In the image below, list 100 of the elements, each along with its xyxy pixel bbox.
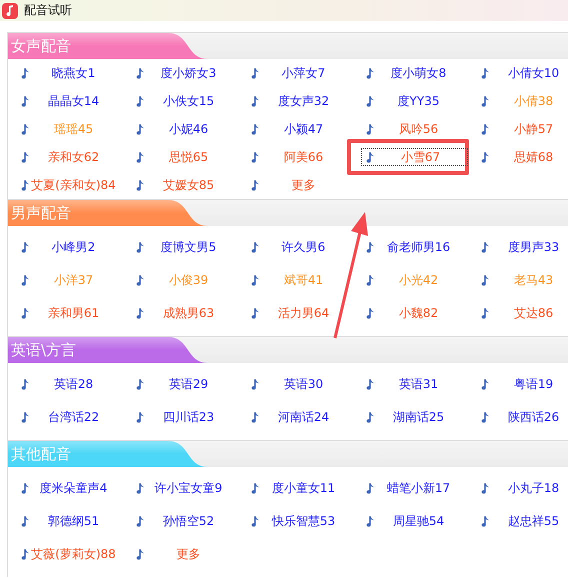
voice-item[interactable]: 英语31 xyxy=(361,376,464,394)
voice-label: 艾薇(萝莉女)88 xyxy=(30,546,117,563)
voice-label: 四川话23 xyxy=(162,409,216,426)
music-note-icon xyxy=(366,516,374,527)
voice-label: 小倩女10 xyxy=(506,64,560,82)
voice-item[interactable]: 许小宝女童9 xyxy=(131,480,234,498)
voice-item[interactable]: 小峰男2 xyxy=(16,238,119,256)
voice-item[interactable]: 晶晶女14 xyxy=(16,92,119,110)
music-note-icon xyxy=(21,412,29,423)
music-note-icon xyxy=(136,412,144,423)
voice-label: 瑶瑶45 xyxy=(52,120,94,138)
voice-item[interactable]: 俞老师男16 xyxy=(361,238,464,256)
voice-label: 活力男64 xyxy=(276,305,330,322)
voice-item[interactable]: 度YY35 xyxy=(361,92,464,110)
voice-label: 小静57 xyxy=(512,120,554,138)
music-note-icon xyxy=(21,275,29,286)
music-note-icon xyxy=(136,483,144,494)
voice-item[interactable]: 英语30 xyxy=(246,376,349,394)
voice-item[interactable]: 度女声32 xyxy=(246,92,349,110)
voice-label: 亲和女62 xyxy=(46,148,100,166)
music-note-icon xyxy=(481,379,489,390)
voice-item[interactable]: 小颍47 xyxy=(246,120,349,138)
music-note-icon xyxy=(366,242,374,253)
voice-label: 度YY35 xyxy=(396,92,440,110)
music-note-icon xyxy=(481,308,489,319)
voice-item[interactable]: 赵忠祥55 xyxy=(476,512,568,530)
music-note-icon xyxy=(366,275,374,286)
voice-item[interactable]: 孙悟空52 xyxy=(131,512,234,530)
voice-label: 度小萌女8 xyxy=(390,64,448,82)
voice-label: 更多 xyxy=(176,546,202,563)
voice-label: 小峰男2 xyxy=(50,239,96,256)
music-note-icon xyxy=(21,180,29,190)
voice-label: 小妮46 xyxy=(168,120,210,138)
music-note-icon xyxy=(2,2,18,18)
voice-label: 湖南话25 xyxy=(392,409,446,426)
voice-item[interactable]: 度男声33 xyxy=(476,238,568,256)
music-note-icon xyxy=(481,242,489,253)
music-note-icon xyxy=(366,68,374,78)
voice-item[interactable]: 四川话23 xyxy=(131,408,234,426)
voice-label: 度博文男5 xyxy=(160,239,218,256)
voice-item[interactable]: 小丸子18 xyxy=(476,480,568,498)
voice-item[interactable]: 度小童女11 xyxy=(246,480,349,498)
voice-label: 艾夏(亲和女)84 xyxy=(30,176,117,194)
voice-label: 英语28 xyxy=(52,376,94,393)
voice-label: 英语29 xyxy=(168,376,210,393)
voice-item[interactable]: 小倩女10 xyxy=(476,64,568,82)
voice-label: 度男声33 xyxy=(506,239,560,256)
voice-item[interactable]: 周星驰54 xyxy=(361,512,464,530)
voice-item[interactable]: 小萍女7 xyxy=(246,64,349,82)
voice-item[interactable]: 陕西话26 xyxy=(476,408,568,426)
voice-label: 粤语19 xyxy=(512,376,554,393)
music-note-icon xyxy=(366,124,374,134)
voice-item[interactable]: 台湾话22 xyxy=(16,408,119,426)
window-title: 配音试听 xyxy=(24,2,72,19)
voice-label: 艾达86 xyxy=(512,305,554,322)
voice-label: 郭德纲51 xyxy=(46,513,100,530)
music-note-icon xyxy=(251,96,259,106)
music-note-icon xyxy=(481,275,489,286)
voice-label: 成熟男63 xyxy=(162,305,216,322)
voice-item[interactable]: 晓燕女1 xyxy=(16,64,119,82)
music-note-icon xyxy=(21,242,29,253)
voice-item[interactable]: 许久男6 xyxy=(246,238,349,256)
voice-item[interactable]: 河南话24 xyxy=(246,408,349,426)
voice-item[interactable]: 度小娇女3 xyxy=(131,64,234,82)
music-note-icon xyxy=(21,308,29,319)
voice-item[interactable]: 英语28 xyxy=(16,376,119,394)
voice-item[interactable]: 度小萌女8 xyxy=(361,64,464,82)
voice-label: 小倩38 xyxy=(512,92,554,110)
voice-label: 快乐智慧53 xyxy=(270,513,336,530)
voice-label: 度小童女11 xyxy=(270,480,336,497)
voice-label: 周星驰54 xyxy=(392,513,446,530)
voice-item[interactable]: 粤语19 xyxy=(476,376,568,394)
voice-label: 小佚女15 xyxy=(162,92,216,110)
voice-item[interactable]: 小佚女15 xyxy=(131,92,234,110)
music-note-icon xyxy=(481,96,489,106)
music-note-icon xyxy=(21,96,29,106)
voice-label: 小光42 xyxy=(398,272,440,289)
music-note-icon xyxy=(251,412,259,423)
music-note-icon xyxy=(366,308,374,319)
voice-label: 河南话24 xyxy=(276,409,330,426)
music-note-icon xyxy=(21,68,29,78)
voice-item[interactable]: 快乐智慧53 xyxy=(246,512,349,530)
voice-item[interactable]: 英语29 xyxy=(131,376,234,394)
voice-item[interactable]: 蜡笔小新17 xyxy=(361,480,464,498)
voice-label: 小洋37 xyxy=(52,272,94,289)
music-note-icon xyxy=(21,483,29,494)
voice-item[interactable]: 度米朵童声4 xyxy=(16,480,119,498)
voice-label: 俞老师男16 xyxy=(386,239,452,256)
voice-label: 许久男6 xyxy=(280,239,326,256)
voice-item[interactable]: 度博文男5 xyxy=(131,238,234,256)
music-note-icon xyxy=(136,180,144,190)
music-note-icon xyxy=(21,152,29,162)
voice-label: 风吟56 xyxy=(398,120,440,138)
voice-label: 度小娇女3 xyxy=(160,64,218,82)
voice-item[interactable]: 小妮46 xyxy=(131,120,234,138)
voice-item[interactable]: 郭德纲51 xyxy=(16,512,119,530)
voice-label: 斌哥41 xyxy=(282,272,324,289)
music-note-icon xyxy=(366,96,374,106)
music-note-icon xyxy=(481,412,489,423)
voice-item[interactable]: 湖南话25 xyxy=(361,408,464,426)
